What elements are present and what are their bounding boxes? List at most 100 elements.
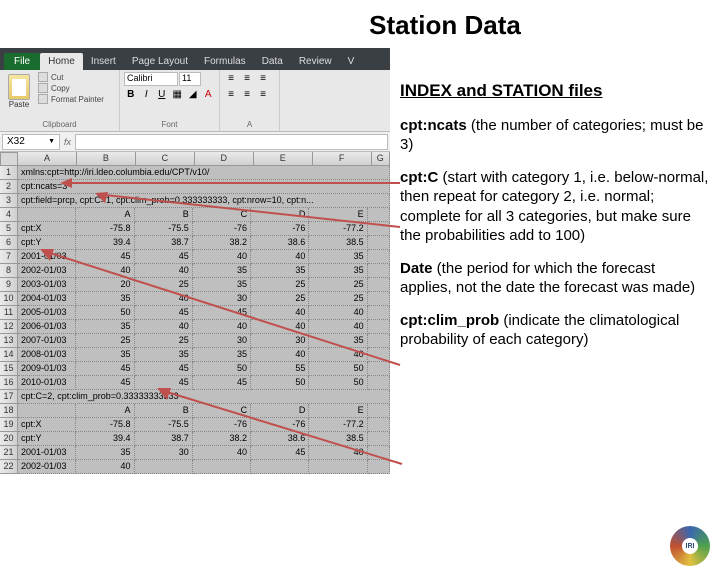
row-header[interactable]: 14 (0, 348, 18, 362)
cell[interactable]: 38.7 (135, 432, 193, 446)
row-header[interactable]: 2 (0, 180, 18, 194)
align-left-button[interactable]: ≡ (224, 88, 238, 102)
cell[interactable]: 40 (309, 348, 367, 362)
col-header[interactable]: F (313, 152, 372, 166)
cell[interactable]: 35 (76, 446, 134, 460)
cell[interactable] (368, 376, 390, 390)
cell[interactable]: 40 (76, 264, 134, 278)
cell[interactable]: -75.8 (76, 222, 134, 236)
cell[interactable]: 40 (135, 320, 193, 334)
cell[interactable]: 45 (135, 306, 193, 320)
cell[interactable]: -76 (251, 418, 309, 432)
row-header[interactable]: 12 (0, 320, 18, 334)
cell[interactable]: xmlns:cpt=http://iri.ldeo.columbia.edu/C… (18, 166, 390, 180)
cell[interactable]: B (135, 404, 193, 418)
tab-data[interactable]: Data (254, 53, 291, 70)
cell[interactable]: 39.4 (76, 236, 134, 250)
cell[interactable]: 35 (76, 348, 134, 362)
row-header[interactable]: 5 (0, 222, 18, 236)
cell[interactable] (368, 460, 390, 474)
cell[interactable]: cpt:ncats=3 (18, 180, 390, 194)
cell[interactable]: 40 (251, 306, 309, 320)
cell[interactable] (368, 222, 390, 236)
col-header[interactable]: A (18, 152, 77, 166)
font-color-button[interactable]: A (202, 88, 216, 102)
tab-insert[interactable]: Insert (83, 53, 124, 70)
cell[interactable] (368, 264, 390, 278)
cell[interactable]: 35 (193, 264, 251, 278)
select-all-corner[interactable] (0, 152, 18, 166)
cell[interactable]: -77.2 (309, 418, 367, 432)
cell[interactable]: 38.7 (135, 236, 193, 250)
cell[interactable] (368, 278, 390, 292)
font-size-select[interactable]: 11 (179, 72, 201, 86)
cell[interactable]: cpt:X (18, 418, 76, 432)
cell[interactable]: -76 (193, 418, 251, 432)
cell[interactable]: 39.4 (76, 432, 134, 446)
row-header[interactable]: 9 (0, 278, 18, 292)
cell[interactable]: 35 (193, 348, 251, 362)
row-header[interactable]: 3 (0, 194, 18, 208)
cell[interactable] (368, 362, 390, 376)
cell[interactable]: 40 (309, 320, 367, 334)
cell[interactable]: -75.5 (135, 222, 193, 236)
fill-color-button[interactable]: ◢ (186, 88, 200, 102)
row-header[interactable]: 16 (0, 376, 18, 390)
cell[interactable]: cpt:C=2, cpt:clim_prob=0.33333333333 (18, 390, 390, 404)
cell[interactable]: A (76, 208, 134, 222)
cell[interactable]: 50 (309, 376, 367, 390)
cell[interactable]: 2010-01/03 (18, 376, 76, 390)
cell[interactable]: 50 (309, 362, 367, 376)
cell[interactable]: 38.5 (309, 432, 367, 446)
col-header[interactable]: B (77, 152, 136, 166)
cell[interactable]: 40 (251, 348, 309, 362)
cell[interactable]: 35 (135, 348, 193, 362)
cell[interactable]: 45 (135, 362, 193, 376)
col-header[interactable]: C (136, 152, 195, 166)
cell[interactable]: 25 (251, 278, 309, 292)
cell[interactable]: 40 (135, 264, 193, 278)
align-right-button[interactable]: ≡ (256, 88, 270, 102)
cell[interactable]: 35 (193, 278, 251, 292)
row-header[interactable]: 11 (0, 306, 18, 320)
cell[interactable]: 40 (251, 250, 309, 264)
row-header[interactable]: 8 (0, 264, 18, 278)
cell[interactable] (368, 418, 390, 432)
cell[interactable]: 40 (135, 292, 193, 306)
cell[interactable]: 38.2 (193, 432, 251, 446)
cell[interactable] (368, 320, 390, 334)
row-header[interactable]: 7 (0, 250, 18, 264)
underline-button[interactable]: U (155, 88, 169, 102)
cell[interactable] (368, 208, 390, 222)
cell[interactable]: cpt:field=prcp, cpt:C=1, cpt:clim_prob=0… (18, 194, 390, 208)
cell[interactable]: 2002-01/03 (18, 264, 76, 278)
cell[interactable]: 40 (193, 250, 251, 264)
paste-button[interactable]: Paste (4, 72, 34, 111)
cell[interactable] (135, 460, 193, 474)
cell[interactable]: 38.2 (193, 236, 251, 250)
cell[interactable]: 35 (76, 320, 134, 334)
cell[interactable]: 30 (193, 292, 251, 306)
align-bottom-button[interactable]: ≡ (256, 72, 270, 86)
cell[interactable]: 50 (251, 376, 309, 390)
cell[interactable]: 2006-01/03 (18, 320, 76, 334)
tab-review[interactable]: Review (291, 53, 340, 70)
row-header[interactable]: 22 (0, 460, 18, 474)
cell[interactable]: 40 (309, 446, 367, 460)
cell[interactable]: 45 (76, 376, 134, 390)
cell[interactable]: 40 (76, 460, 134, 474)
row-header[interactable]: 4 (0, 208, 18, 222)
cell[interactable] (309, 460, 367, 474)
cell[interactable]: cpt:Y (18, 432, 76, 446)
cell[interactable]: 2008-01/03 (18, 348, 76, 362)
cell[interactable] (368, 334, 390, 348)
cell[interactable]: 50 (76, 306, 134, 320)
cell[interactable] (368, 348, 390, 362)
cell[interactable]: 25 (76, 334, 134, 348)
cell[interactable]: D (251, 404, 309, 418)
cell[interactable] (251, 460, 309, 474)
cell[interactable]: -77.2 (309, 222, 367, 236)
cell[interactable]: 38.6 (251, 236, 309, 250)
cell[interactable]: 45 (76, 362, 134, 376)
cell[interactable] (368, 306, 390, 320)
